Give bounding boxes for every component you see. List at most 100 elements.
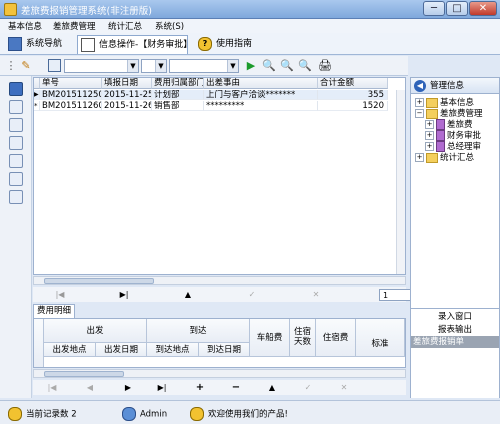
find-next-icon[interactable]: 🔍 — [280, 59, 294, 73]
column-header-lodging-fee[interactable]: 住宿费 — [316, 319, 356, 357]
menu-statistics[interactable]: 统计汇总 — [108, 20, 142, 32]
document-icon[interactable] — [48, 59, 61, 72]
prev-record-icon[interactable]: ◀ — [83, 382, 97, 393]
minimize-button[interactable]: ─ — [423, 1, 445, 16]
filter-icon[interactable]: 🔍 — [298, 59, 312, 73]
expand-icon[interactable]: + — [415, 98, 424, 107]
column-header-arrive-date[interactable]: 到达日期 — [199, 343, 250, 357]
tab-info-ops[interactable]: 信息操作-【财务审批】 — [77, 35, 192, 54]
column-header-lodging-days[interactable]: 住宿 天数 — [290, 319, 316, 357]
print-icon[interactable]: 🖨 — [318, 59, 332, 73]
table-row[interactable]: ▶ BM20151125001 2015-11-25 计划部 上门与客户洽谈**… — [34, 90, 405, 101]
back-icon[interactable]: ◀ — [414, 79, 426, 92]
find-icon[interactable]: 🔍 — [262, 59, 276, 73]
cancel-icon[interactable]: ✕ — [309, 289, 323, 300]
field-select[interactable]: ▼ — [64, 59, 139, 73]
tree-label: 统计汇总 — [440, 153, 475, 163]
first-record-icon[interactable]: |◀ — [53, 289, 67, 300]
table-row[interactable]: * BM20151126001 2015-11-26 销售部 *********… — [34, 101, 405, 112]
users-icon[interactable] — [9, 172, 23, 186]
column-header-arrive-place[interactable]: 到达地点 — [147, 343, 199, 357]
operator-select[interactable]: ▼ — [141, 59, 167, 73]
expand-icon[interactable]: + — [425, 142, 434, 151]
window-title: 差旅费报销管理系统(非注册版) — [21, 6, 152, 17]
scroll-thumb[interactable] — [44, 371, 124, 377]
toolbar: ⋮ ✎ ▼ ▼ ▼ ▶ 🔍 🔍 🔍 🖨 — [0, 56, 408, 76]
remove-icon[interactable]: − — [229, 382, 243, 393]
help-icon: ? — [198, 36, 212, 51]
confirm-icon[interactable]: ✓ — [301, 382, 315, 393]
column-header-dept[interactable]: 费用归属部门 — [152, 78, 204, 89]
menu-basic-info[interactable]: 基本信息 — [8, 20, 42, 32]
chevron-down-icon: ▼ — [127, 60, 138, 72]
cell-reason[interactable]: ********* — [204, 101, 318, 111]
cell-date[interactable]: 2015-11-26 — [102, 101, 152, 111]
image-icon[interactable] — [9, 154, 23, 168]
navigation-icon — [8, 36, 22, 51]
next-page-icon[interactable]: ▶| — [117, 289, 131, 300]
menu-travel-expense[interactable]: 差旅费管理 — [53, 20, 96, 32]
panel-title: 管理信息 — [430, 81, 465, 91]
entry-window-link[interactable]: 录入窗口 — [411, 311, 499, 323]
detail-horizontal-scrollbar[interactable] — [33, 369, 406, 378]
tab-guide[interactable]: ? 使用指南 — [198, 35, 252, 54]
expense-form-link[interactable]: 差旅费报销单 — [411, 336, 499, 348]
column-header-fare[interactable]: 车船费 — [250, 319, 290, 357]
run-icon[interactable]: ▶ — [244, 59, 258, 73]
tree-item-statistics[interactable]: + 统计汇总 — [415, 151, 474, 163]
cell-reason[interactable]: 上门与客户洽谈******* — [204, 90, 318, 100]
scroll-thumb[interactable] — [44, 278, 154, 284]
vertical-scrollbar[interactable] — [396, 90, 405, 274]
add-icon[interactable]: + — [193, 382, 207, 393]
maximize-button[interactable]: □ — [446, 1, 468, 16]
move-up-icon[interactable]: ▲ — [265, 382, 279, 393]
last-record-icon[interactable]: ▶| — [155, 382, 169, 393]
move-up-icon[interactable]: ▲ — [181, 289, 195, 300]
cell-id[interactable]: BM20151126001 — [40, 101, 102, 111]
column-header-date[interactable]: 填报日期 — [102, 78, 152, 89]
list-view-icon[interactable] — [9, 82, 23, 96]
expand-icon[interactable]: + — [425, 120, 434, 129]
cell-date[interactable]: 2015-11-25 — [102, 90, 152, 100]
detail-row-header — [34, 319, 44, 367]
cell-dept[interactable]: 销售部 — [152, 101, 204, 111]
column-header-standard[interactable]: 标准 — [356, 319, 405, 357]
report-output-link[interactable]: 报表输出 — [411, 324, 499, 336]
column-header-depart-date[interactable]: 出发日期 — [96, 343, 147, 357]
collapse-icon[interactable]: − — [415, 109, 424, 118]
tools-icon[interactable] — [9, 100, 23, 114]
trash-icon[interactable] — [9, 190, 23, 204]
cell-dept[interactable]: 计划部 — [152, 90, 204, 100]
menu-system[interactable]: 系统(S) — [155, 20, 184, 32]
column-header-reason[interactable]: 出差事由 — [204, 78, 318, 89]
detail-tab[interactable]: 费用明细 — [33, 304, 75, 318]
column-header-id[interactable]: 单号 — [40, 78, 102, 89]
cell-id[interactable]: BM20151125001 — [40, 90, 102, 100]
cancel-icon[interactable]: ✕ — [337, 382, 351, 393]
detail-navigator: |◀ ◀ ▶ ▶| + − ▲ ✓ ✕ — [33, 380, 406, 395]
cell-amount[interactable]: 1520 — [318, 101, 388, 111]
tab-navigation[interactable]: 系统导航 — [8, 35, 62, 54]
confirm-icon[interactable]: ✓ — [245, 289, 259, 300]
first-record-icon[interactable]: |◀ — [45, 382, 59, 393]
folder-icon — [426, 152, 438, 163]
info-icon — [8, 407, 22, 421]
column-header-amount[interactable]: 合计金额 — [318, 78, 388, 89]
app-icon — [4, 3, 17, 16]
edit-icon[interactable]: ✎ — [19, 59, 33, 73]
group-header-depart: 出发 — [44, 319, 147, 343]
column-header-depart-place[interactable]: 出发地点 — [44, 343, 96, 357]
notes-icon[interactable] — [9, 136, 23, 150]
book-icon[interactable] — [9, 118, 23, 132]
tab-navigation-label: 系统导航 — [26, 39, 63, 49]
grip-icon: ⋮ — [5, 59, 17, 72]
grid-horizontal-scrollbar[interactable] — [33, 276, 406, 285]
expand-icon[interactable]: + — [415, 153, 424, 162]
panel-quick-links: 录入窗口 报表输出 差旅费报销单 — [411, 308, 499, 398]
close-button[interactable]: ✕ — [469, 1, 497, 16]
next-record-icon[interactable]: ▶ — [121, 382, 135, 393]
group-header-arrive: 到达 — [147, 319, 250, 343]
cell-amount[interactable]: 355 — [318, 90, 388, 100]
value-select[interactable]: ▼ — [169, 59, 239, 73]
expand-icon[interactable]: + — [425, 131, 434, 140]
